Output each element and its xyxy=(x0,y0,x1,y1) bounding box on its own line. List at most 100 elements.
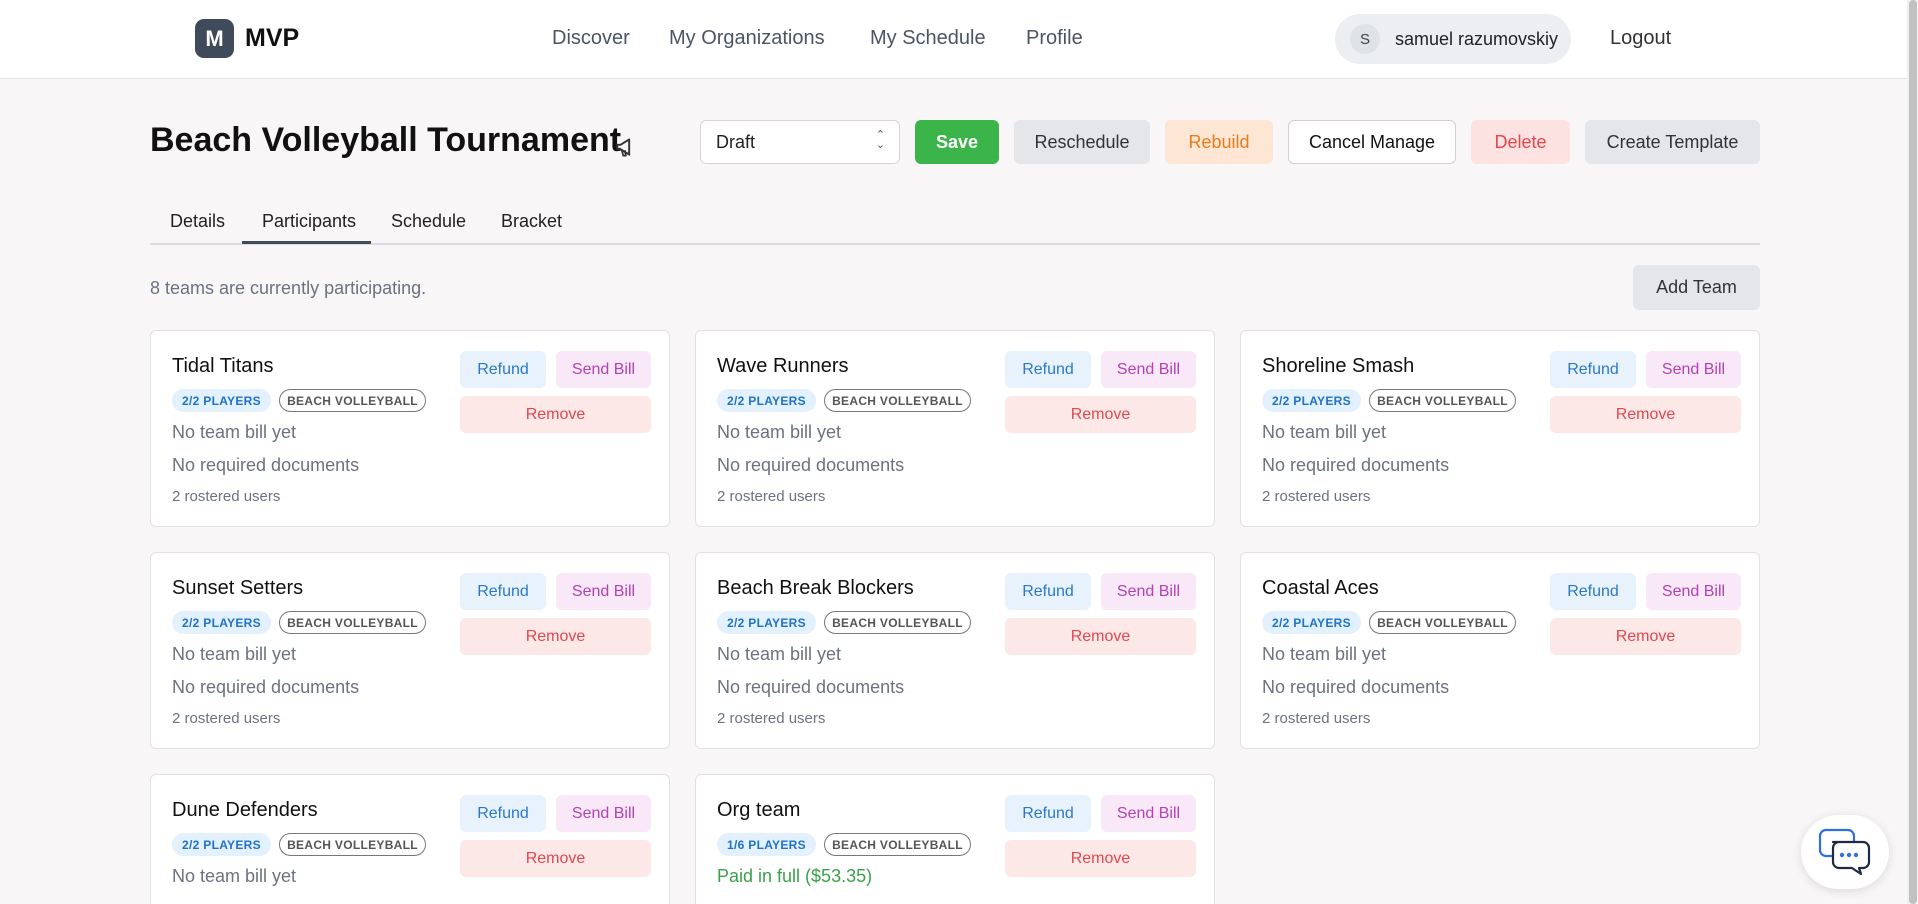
sport-badge: BEACH VOLLEYBALL xyxy=(279,389,426,412)
cancel-manage-button[interactable]: Cancel Manage xyxy=(1288,120,1456,164)
team-name: Coastal Aces xyxy=(1262,577,1379,599)
players-badge: 2/2 PLAYERS xyxy=(1262,611,1361,634)
refund-button[interactable]: Refund xyxy=(460,351,546,388)
sport-badge: BEACH VOLLEYBALL xyxy=(279,611,426,634)
logo-mark[interactable]: M xyxy=(195,19,234,58)
team-card: Org team 1/6 PLAYERS BEACH VOLLEYBALL Pa… xyxy=(695,774,1215,904)
refund-button[interactable]: Refund xyxy=(460,573,546,610)
top-navbar: M MVP Discover My Organizations My Sched… xyxy=(0,0,1918,79)
remove-button[interactable]: Remove xyxy=(460,396,651,433)
refund-button[interactable]: Refund xyxy=(1005,351,1091,388)
sport-badge: BEACH VOLLEYBALL xyxy=(279,833,426,856)
sport-badge: BEACH VOLLEYBALL xyxy=(1369,611,1516,634)
tab-bar xyxy=(150,243,1760,245)
rostered-count: 2 rostered users xyxy=(717,710,826,727)
documents-status: No required documents xyxy=(717,455,905,475)
send-bill-button[interactable]: Send Bill xyxy=(556,573,651,610)
players-badge: 2/2 PLAYERS xyxy=(172,611,271,634)
send-bill-button[interactable]: Send Bill xyxy=(1646,351,1741,388)
sport-badge: BEACH VOLLEYBALL xyxy=(824,611,971,634)
team-name: Shoreline Smash xyxy=(1262,355,1415,377)
add-team-button[interactable]: Add Team xyxy=(1633,265,1760,310)
team-name: Dune Defenders xyxy=(172,799,318,821)
bill-status: No team bill yet xyxy=(717,422,842,442)
team-card: Dune Defenders 2/2 PLAYERS BEACH VOLLEYB… xyxy=(150,774,670,904)
players-badge: 2/2 PLAYERS xyxy=(717,611,816,634)
reschedule-button[interactable]: Reschedule xyxy=(1014,120,1150,164)
tab-schedule[interactable]: Schedule xyxy=(391,211,466,232)
active-tab-indicator xyxy=(242,241,371,244)
logout-link[interactable]: Logout xyxy=(1610,27,1671,50)
rebuild-button[interactable]: Rebuild xyxy=(1165,120,1273,164)
bill-status: No team bill yet xyxy=(172,644,297,664)
team-name: Wave Runners xyxy=(717,355,849,377)
rostered-count: 2 rostered users xyxy=(1262,488,1371,505)
team-card: Shoreline Smash 2/2 PLAYERS BEACH VOLLEY… xyxy=(1240,330,1760,527)
send-bill-button[interactable]: Send Bill xyxy=(556,351,651,388)
nav-my-schedule[interactable]: My Schedule xyxy=(870,27,986,50)
scrollbar-thumb[interactable] xyxy=(1909,0,1917,904)
tab-participants[interactable]: Participants xyxy=(262,211,356,232)
rostered-count: 2 rostered users xyxy=(172,488,281,505)
remove-button[interactable]: Remove xyxy=(460,840,651,877)
sport-badge: BEACH VOLLEYBALL xyxy=(824,833,971,856)
bill-status: Paid in full ($53.35) xyxy=(717,866,873,886)
megaphone-icon[interactable] xyxy=(614,134,640,160)
rostered-count: 2 rostered users xyxy=(172,710,281,727)
send-bill-button[interactable]: Send Bill xyxy=(1101,351,1196,388)
players-badge: 2/2 PLAYERS xyxy=(172,833,271,856)
nav-profile[interactable]: Profile xyxy=(1026,27,1083,50)
user-menu[interactable]: S samuel razumovskiy xyxy=(1335,14,1571,64)
delete-button[interactable]: Delete xyxy=(1471,120,1570,164)
bill-status: No team bill yet xyxy=(172,866,297,886)
participants-summary: 8 teams are currently participating. xyxy=(150,278,427,298)
team-card: Beach Break Blockers 2/2 PLAYERS BEACH V… xyxy=(695,552,1215,749)
team-name: Beach Break Blockers xyxy=(717,577,914,599)
rostered-count: 2 rostered users xyxy=(1262,710,1371,727)
team-card: Coastal Aces 2/2 PLAYERS BEACH VOLLEYBAL… xyxy=(1240,552,1760,749)
nav-my-organizations[interactable]: My Organizations xyxy=(669,27,825,50)
players-badge: 2/2 PLAYERS xyxy=(1262,389,1361,412)
team-name: Sunset Setters xyxy=(172,577,304,599)
avatar: S xyxy=(1350,24,1380,54)
send-bill-button[interactable]: Send Bill xyxy=(1101,795,1196,832)
page-title: Beach Volleyball Tournament xyxy=(150,121,622,159)
logo-text[interactable]: MVP xyxy=(245,24,299,53)
bill-status: No team bill yet xyxy=(172,422,297,442)
remove-button[interactable]: Remove xyxy=(1550,618,1741,655)
remove-button[interactable]: Remove xyxy=(1005,618,1196,655)
send-bill-button[interactable]: Send Bill xyxy=(1101,573,1196,610)
status-select[interactable]: Draft ⌃ ⌄ xyxy=(700,120,900,164)
send-bill-button[interactable]: Send Bill xyxy=(1646,573,1741,610)
tab-details[interactable]: Details xyxy=(170,211,225,232)
chat-button[interactable] xyxy=(1801,815,1889,889)
bill-status: No team bill yet xyxy=(1262,644,1387,664)
refund-button[interactable]: Refund xyxy=(460,795,546,832)
remove-button[interactable]: Remove xyxy=(1005,840,1196,877)
documents-status: No required documents xyxy=(172,677,360,697)
refund-button[interactable]: Refund xyxy=(1550,351,1636,388)
players-badge: 2/2 PLAYERS xyxy=(717,389,816,412)
tab-bracket[interactable]: Bracket xyxy=(501,211,562,232)
send-bill-button[interactable]: Send Bill xyxy=(556,795,651,832)
save-button[interactable]: Save xyxy=(915,120,999,164)
refund-button[interactable]: Refund xyxy=(1005,795,1091,832)
create-template-button[interactable]: Create Template xyxy=(1585,120,1760,164)
remove-button[interactable]: Remove xyxy=(1005,396,1196,433)
bill-status: No team bill yet xyxy=(1262,422,1387,442)
nav-discover[interactable]: Discover xyxy=(552,27,630,50)
sport-badge: BEACH VOLLEYBALL xyxy=(1369,389,1516,412)
documents-status: No required documents xyxy=(172,455,360,475)
refund-button[interactable]: Refund xyxy=(1005,573,1091,610)
team-name: Org team xyxy=(717,799,801,821)
documents-status: No required documents xyxy=(1262,455,1450,475)
rostered-count: 2 rostered users xyxy=(717,488,826,505)
remove-button[interactable]: Remove xyxy=(1550,396,1741,433)
remove-button[interactable]: Remove xyxy=(460,618,651,655)
team-card: Wave Runners 2/2 PLAYERS BEACH VOLLEYBAL… xyxy=(695,330,1215,527)
bill-status: No team bill yet xyxy=(717,644,842,664)
team-name: Tidal Titans xyxy=(172,355,274,377)
chevron-updown-icon: ⌃ ⌄ xyxy=(875,129,885,151)
refund-button[interactable]: Refund xyxy=(1550,573,1636,610)
documents-status: No required documents xyxy=(717,677,905,697)
